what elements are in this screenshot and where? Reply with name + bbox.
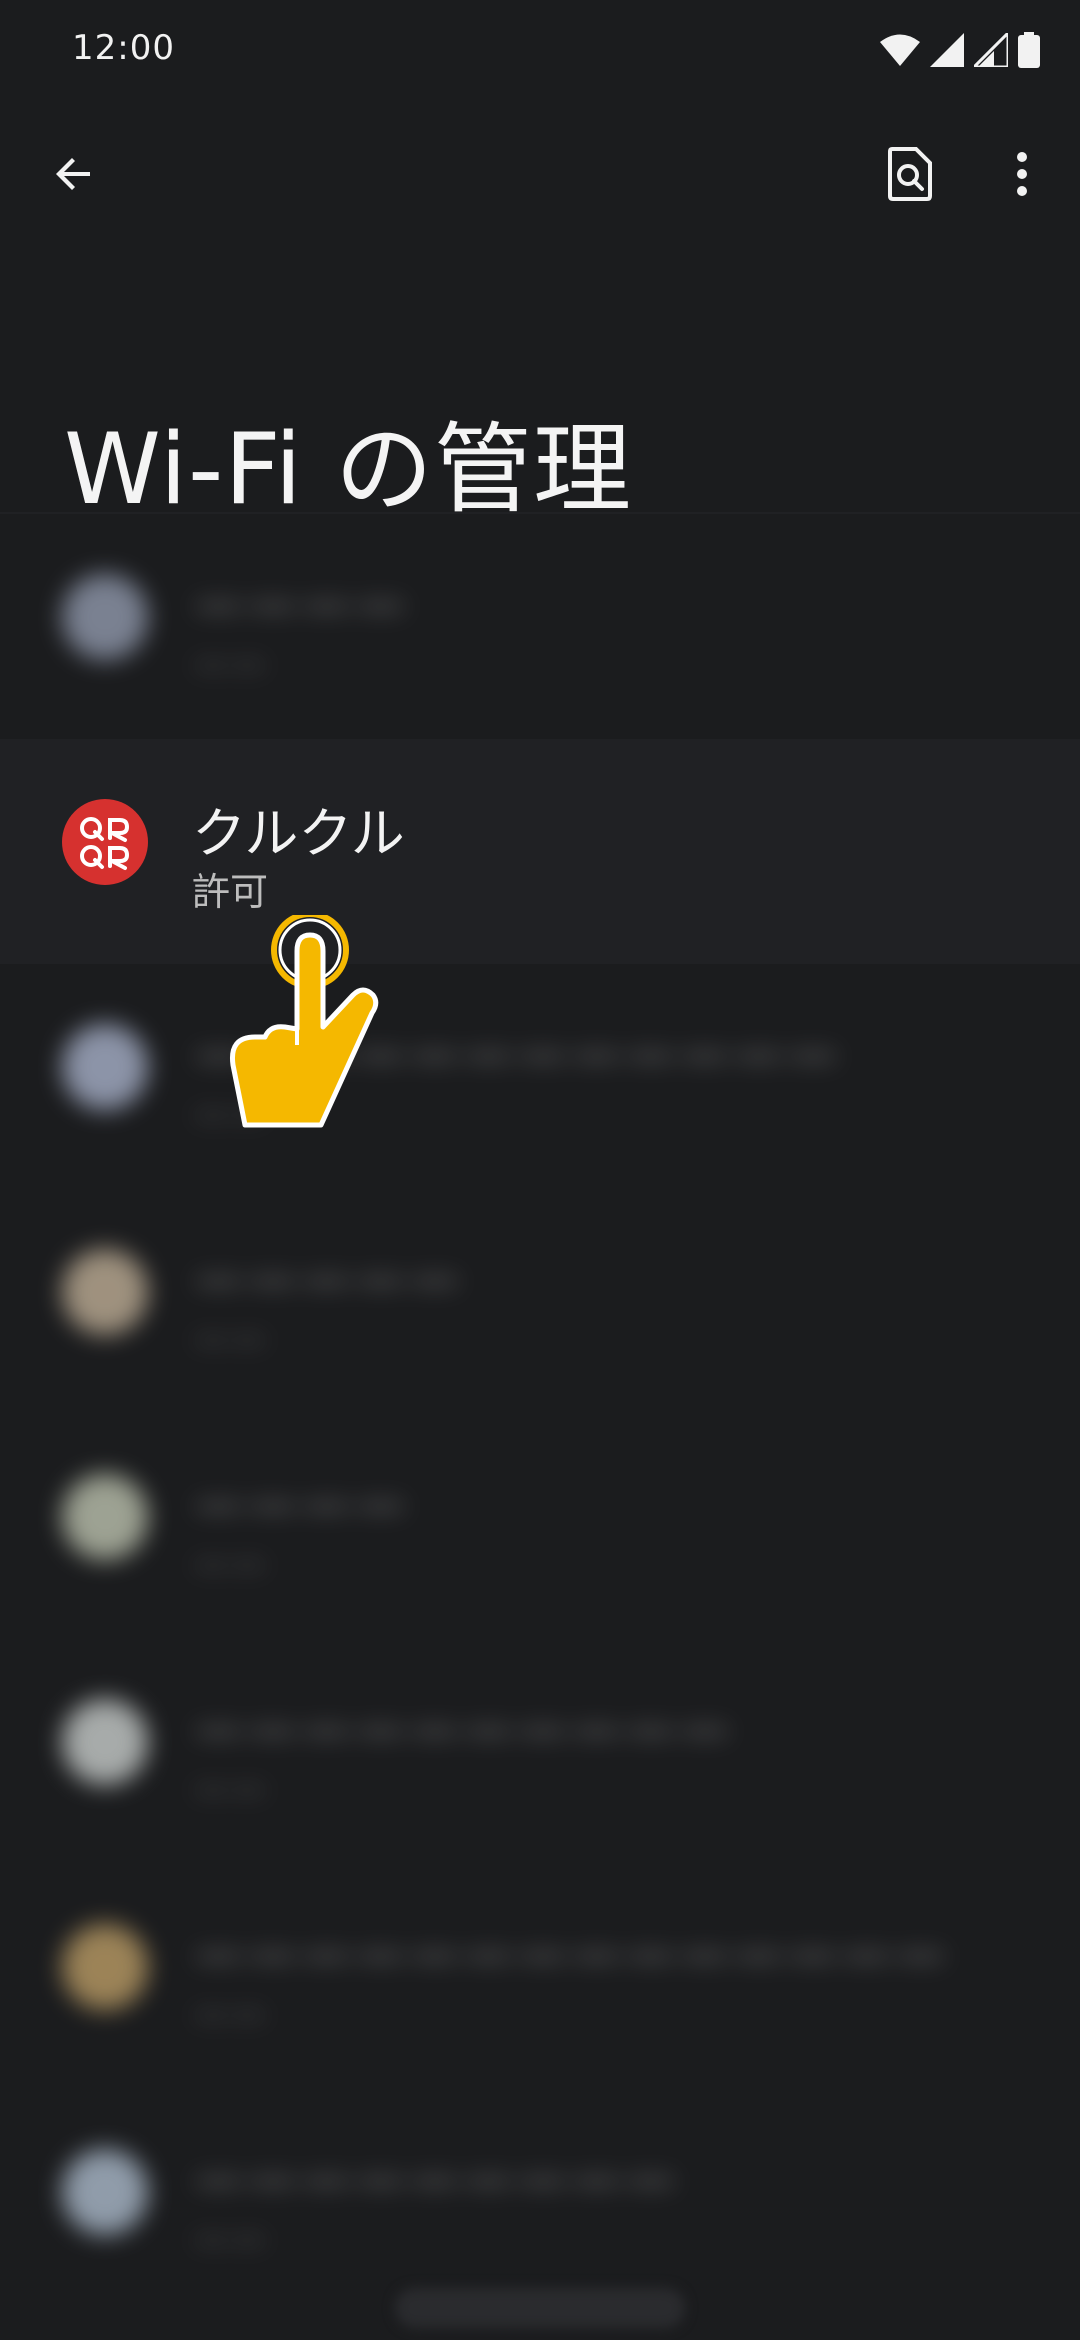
app-icon (62, 1474, 148, 1560)
more-vert-icon (1017, 152, 1027, 196)
bottom-blur-element (395, 2288, 685, 2328)
app-name: ーーーー (192, 1477, 408, 1540)
app-name: ーーーーー (192, 1252, 462, 1315)
status-time: 12:00 (72, 28, 175, 68)
list-item[interactable]: ーーーーーーーーーーーーーー ーー (0, 1864, 1080, 2089)
back-button[interactable] (30, 130, 118, 218)
battery-icon (1018, 32, 1040, 68)
app-status: ーー (192, 645, 269, 689)
list-item[interactable]: ーーーーーーーーー ーー (0, 2089, 1080, 2314)
list-item[interactable]: ーーーーー ーー (0, 1189, 1080, 1414)
app-status: ーー (192, 1545, 269, 1589)
arrow-back-icon (56, 158, 90, 190)
list-item-kurukuru[interactable]: クルクル 許可 (0, 739, 1080, 964)
list-item[interactable]: ーーーー ーー (0, 514, 1080, 739)
app-status: ーー (192, 1320, 269, 1364)
app-status: ーー (192, 2220, 269, 2264)
page-title: Wi-Fi の管理 (64, 413, 632, 527)
app-status: ーー (192, 1995, 269, 2039)
search-document-button[interactable] (866, 130, 954, 218)
app-status: 許可 (192, 870, 269, 914)
signal-partial-icon (974, 33, 1008, 67)
list-item[interactable]: ーーーーーーーーーーーー ーー (0, 964, 1080, 1189)
list-item[interactable]: ーーーーーーーーーー ーー (0, 1639, 1080, 1864)
wifi-icon (880, 33, 920, 67)
app-bar (0, 120, 1080, 230)
app-name: ーーーーーーーーー (192, 2152, 678, 2215)
app-icon (62, 1924, 148, 2010)
app-icon (62, 1699, 148, 1785)
qr-code-app-icon (62, 799, 148, 885)
app-icon (62, 2149, 148, 2235)
status-icons (880, 28, 1040, 72)
screen: 12:00 Wi-Fi の管理 ーーーー ーー クルクル 許可 ーーーーーーーー… (0, 0, 1080, 2340)
status-bar: 12:00 (0, 0, 1080, 100)
app-list: ーーーー ーー クルクル 許可 ーーーーーーーーーーーー ーー ーーーーー ーー… (0, 514, 1080, 2314)
search-document-icon (888, 147, 932, 201)
app-name: クルクル (192, 802, 405, 865)
app-name: ーーーーーーーーーーーーーー (192, 1927, 948, 1990)
tap-hand-icon (229, 915, 379, 1128)
app-name: ーーーーーーーーーー (192, 1702, 732, 1765)
signal-full-icon (930, 33, 964, 67)
app-icon (62, 574, 148, 660)
more-options-button[interactable] (978, 130, 1066, 218)
app-name: ーーーー (192, 577, 408, 640)
app-icon (62, 1249, 148, 1335)
list-item[interactable]: ーーーー ーー (0, 1414, 1080, 1639)
app-status: ーー (192, 1770, 269, 1814)
app-icon (62, 1024, 148, 1110)
